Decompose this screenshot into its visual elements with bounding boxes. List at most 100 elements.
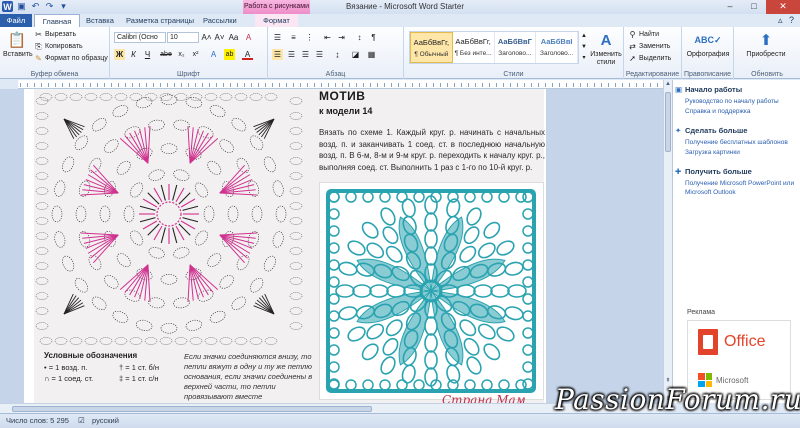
find-button[interactable]: ⚲ Найти [628, 30, 659, 39]
clear-formatting-button[interactable]: A [243, 32, 254, 43]
shading-icon[interactable]: ◪ [350, 49, 361, 60]
align-center-icon[interactable]: ☰ [286, 49, 297, 60]
legend-slip-stitch: ∩ = 1 соед. ст. [44, 374, 94, 383]
window-title: Вязание - Microsoft Word Starter [346, 2, 465, 11]
replace-button[interactable]: ⇄ Заменить [628, 42, 670, 51]
bullets-icon[interactable]: ☰ [272, 32, 283, 43]
align-left-icon[interactable]: ☰ [272, 49, 283, 60]
legend-double-crochet: ‡ = 1 ст. с/н [119, 374, 159, 383]
clipboard-group-label: Буфер обмена [30, 71, 79, 78]
change-styles-button[interactable]: A Изменить стили [590, 30, 622, 67]
pane-link-guide[interactable]: Руководство по началу работы [685, 97, 797, 106]
close-button[interactable]: ✕ [766, 0, 800, 14]
pane-link-help[interactable]: Справка и поддержка [685, 107, 797, 116]
strikethrough-button[interactable]: abe [158, 49, 174, 60]
font-color-button[interactable]: A [242, 49, 253, 60]
language-indicator[interactable]: русский [92, 416, 119, 425]
purchase-button[interactable]: ⬆ Приобрести [740, 30, 792, 58]
customize-qat-icon[interactable]: ▾ [58, 1, 69, 12]
tab-insert[interactable]: Вставка [82, 14, 118, 27]
minimize-button[interactable]: – [718, 0, 742, 14]
scroll-up-icon[interactable]: ▲ [664, 80, 672, 88]
decrease-indent-icon[interactable]: ⇤ [322, 32, 333, 43]
multilevel-list-icon[interactable]: ⋮ [304, 32, 315, 43]
vertical-scrollbar[interactable]: ▲ ⇞ ○ ⇟ [663, 80, 672, 403]
align-right-icon[interactable]: ☰ [300, 49, 311, 60]
bold-button[interactable]: Ж [114, 49, 125, 60]
pane-link-powerpoint-outlook[interactable]: Получение Microsoft PowerPoint или Micro… [685, 179, 797, 197]
tab-mailings[interactable]: Рассылки [199, 14, 241, 27]
group-editing: ⚲ Найти ⇄ Заменить ➚ Выделить Редактировани… [624, 27, 682, 79]
tab-home[interactable]: Главная [34, 14, 80, 27]
underline-button[interactable]: Ч [142, 49, 153, 60]
font-size-select[interactable]: 10 [167, 32, 199, 43]
ad-label: Реклама [687, 309, 716, 316]
legend-chain: • = 1 возд. п. [44, 363, 88, 372]
word-app-icon[interactable]: W [2, 1, 13, 12]
italic-button[interactable]: К [128, 49, 139, 60]
group-update: ⬆ Приобрести Обновить [734, 27, 800, 79]
group-font: Calibri (Осно 10 A˄ A˅ Aa A Ж К Ч abe x₂… [110, 27, 268, 79]
office-ad-text: Office [724, 333, 766, 350]
styles-gallery: АаБбВвГг, ¶ Обычный АаБбВвГг, ¶ Без инте… [409, 31, 579, 64]
maximize-button[interactable]: □ [742, 0, 766, 14]
proofing-status-icon[interactable]: ☑ [78, 416, 85, 425]
style-normal[interactable]: АаБбВвГг, ¶ Обычный [410, 32, 453, 63]
inserted-picture[interactable]: Условные обозначения • = 1 возд. п. ∩ = … [34, 89, 545, 403]
office-update-icon: ⬆ [759, 32, 773, 49]
help-icon[interactable]: ? [789, 15, 794, 25]
borders-icon[interactable]: ▦ [366, 49, 377, 60]
crochet-diagram [35, 93, 303, 345]
highlight-button[interactable]: ab [224, 49, 235, 60]
pane-link-templates[interactable]: Получение бесплатных шаблонов [685, 138, 797, 147]
horizontal-ruler[interactable] [0, 80, 672, 89]
superscript-button[interactable]: x² [190, 49, 201, 60]
site-watermark: PassionForum.ru [555, 383, 800, 416]
spelling-button[interactable]: ABC✓ Орфография [684, 30, 732, 59]
style-heading-2[interactable]: АаБбВвІ Заголово... [536, 32, 578, 63]
redo-icon[interactable]: ↷ [44, 1, 55, 12]
source-watermark: Страна Мам [442, 393, 526, 403]
justify-icon[interactable]: ☰ [314, 49, 325, 60]
proofing-group-label: Правописание [683, 71, 732, 78]
tab-format[interactable]: Формат [255, 14, 298, 27]
shrink-font-button[interactable]: A˅ [214, 32, 225, 43]
font-family-select[interactable]: Calibri (Осно [114, 32, 166, 43]
tab-file[interactable]: Файл [0, 14, 32, 27]
style-no-spacing[interactable]: АаБбВвГг, ¶ Без инте... [453, 32, 495, 63]
paste-button[interactable]: 📋 Вставить [3, 30, 33, 58]
text-effects-button[interactable]: A [208, 49, 219, 60]
page: Условные обозначения • = 1 возд. п. ∩ = … [24, 89, 546, 403]
increase-indent-icon[interactable]: ⇥ [336, 32, 347, 43]
show-marks-icon[interactable]: ¶ [368, 32, 379, 43]
subscript-button[interactable]: x₂ [176, 49, 187, 60]
style-heading-1[interactable]: АаБбВвГ Заголово... [495, 32, 537, 63]
legend-single-crochet: † = 1 ст. б/н [119, 363, 160, 372]
select-button[interactable]: ➚ Выделить [628, 54, 671, 63]
cut-button[interactable]: ✂ Вырезать [34, 30, 76, 39]
change-case-button[interactable]: Aa [228, 32, 239, 43]
styles-scroll[interactable]: ▲ ▼ ▾ [580, 31, 588, 64]
picture-tools-group: Работа с рисунками [243, 0, 310, 14]
document-area: Условные обозначения • = 1 возд. п. ∩ = … [0, 89, 663, 403]
update-group-label: Обновить [751, 71, 783, 78]
word-count[interactable]: Число слов: 5 295 [6, 416, 69, 425]
pane-header-get-more: Получить больше [675, 167, 752, 176]
save-icon[interactable]: ▣ [16, 1, 27, 12]
motif-instructions: Вязать по схеме 1. Каждый круг. р. начин… [319, 128, 545, 172]
pane-link-clipart[interactable]: Загрузка картинки [685, 148, 797, 157]
minimize-ribbon-icon[interactable]: ▵ [778, 15, 783, 25]
tab-page-layout[interactable]: Разметка страницы [122, 14, 198, 27]
line-spacing-icon[interactable]: ↨ [332, 49, 343, 60]
cursor-icon: ➚ [629, 54, 636, 63]
numbering-icon[interactable]: ≡ [288, 32, 299, 43]
format-painter-button[interactable]: ✎ Формат по образцу [34, 54, 108, 63]
group-clipboard: 📋 Вставить ✂ Вырезать ⎘ Копировать ✎ Формат… [0, 27, 110, 79]
group-paragraph: ☰ ≡ ⋮ ⇤ ⇥ ↕ ¶ ☰ ☰ ☰ ☰ ↨ ◪ ▦ Абзац [268, 27, 404, 79]
undo-icon[interactable]: ↶ [30, 1, 41, 12]
vertical-scroll-thumb[interactable] [665, 92, 671, 152]
sort-icon[interactable]: ↕ [354, 32, 365, 43]
horizontal-scroll-thumb[interactable] [12, 406, 372, 412]
grow-font-button[interactable]: A˄ [201, 32, 212, 43]
copy-button[interactable]: ⎘ Копировать [34, 42, 82, 51]
